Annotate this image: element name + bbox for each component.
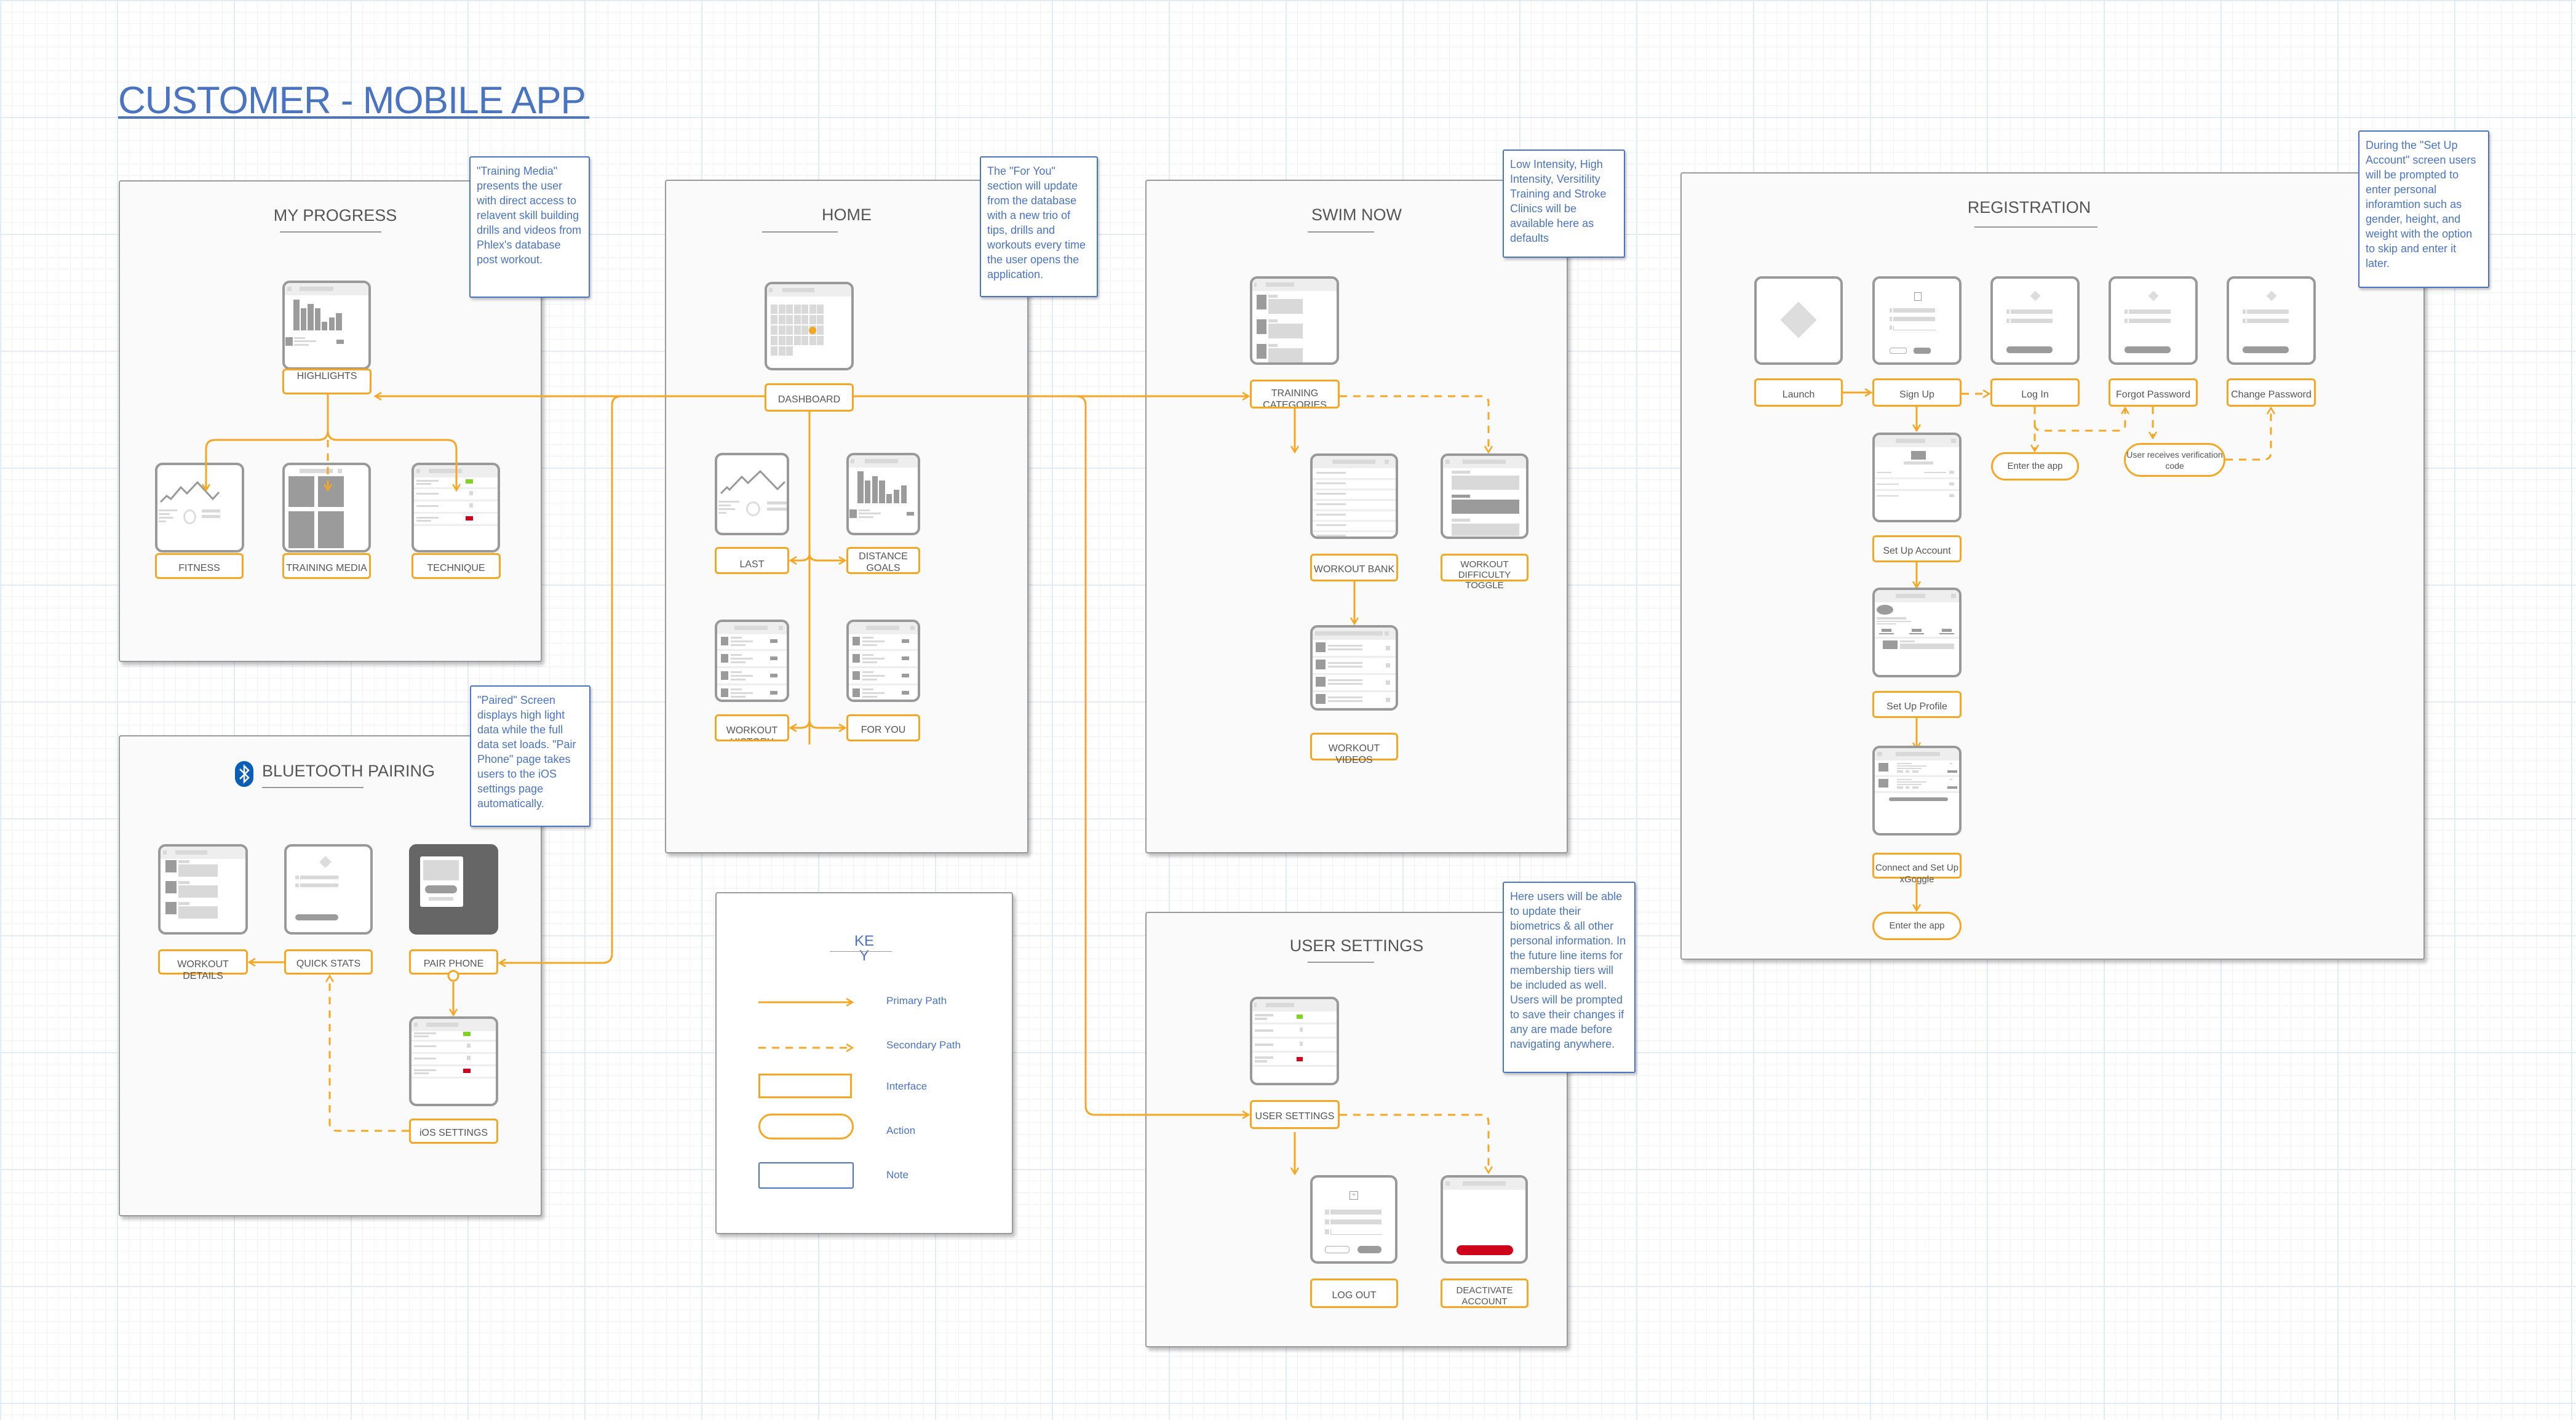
title-rule (830, 951, 892, 952)
bluetooth-icon (235, 761, 253, 787)
interface-log-out[interactable]: LOG OUT (1310, 1278, 1398, 1308)
interface-set-up-profile[interactable]: Set Up Profile (1872, 691, 1962, 718)
screen-set-up-account-form (1872, 433, 1962, 522)
screen-distance-goals (846, 453, 920, 535)
screen-workout-details (158, 844, 248, 935)
screen-workout-difficulty (1441, 453, 1529, 539)
interface-workout-history[interactable]: WORKOUT HISTORY (715, 714, 789, 741)
title-rule (762, 231, 838, 233)
screen-workout-videos (1310, 625, 1398, 711)
interface-workout-details[interactable]: WORKOUT DETAILS (158, 949, 248, 981)
interface-training-categories[interactable]: TRAINING CATEGORIES (1250, 380, 1340, 409)
note-swim-now: Low Intensity, High Intensity, Versitili… (1503, 150, 1625, 258)
screen-workout-bank (1310, 453, 1398, 539)
interface-fitness[interactable]: FITNESS (155, 553, 244, 579)
interface-pair-phone[interactable]: PAIR PHONE (409, 949, 498, 975)
interface-change-password[interactable]: Change Password (2227, 378, 2316, 407)
title-underline (118, 116, 589, 119)
interface-workout-videos[interactable]: WORKOUT VIDEOS (1310, 733, 1398, 765)
note-user-settings: Here users will be able to update their … (1503, 882, 1636, 1073)
screen-user-settings (1250, 997, 1339, 1085)
note-for-you: The "For You" section will update from t… (980, 156, 1098, 297)
calendar-grid (771, 305, 824, 357)
key-label-primary: Primary Path (886, 995, 947, 1007)
screen-highlights (282, 281, 371, 370)
screen-training-media (282, 463, 371, 552)
screen-dashboard (765, 282, 854, 370)
screen-last-workout (715, 453, 789, 535)
screen-workout-history (715, 620, 789, 702)
interface-training-media[interactable]: TRAINING MEDIA (282, 553, 371, 579)
screen-training-categories (1250, 276, 1339, 365)
status-red (466, 516, 473, 521)
interface-distance-goals[interactable]: DISTANCE GOALS (846, 547, 920, 574)
interface-last-workout[interactable]: LAST WORKOUT (715, 547, 789, 574)
interface-technique[interactable]: TECHNIQUE (411, 553, 501, 579)
title-rule (1308, 231, 1374, 233)
key-label-interface: Interface (886, 1080, 928, 1092)
interface-workout-difficulty-toggle[interactable]: WORKOUT DIFFICULTY TOGGLE (1441, 554, 1529, 591)
screen-log-in (1990, 276, 2080, 365)
action-enter-app-login[interactable]: Enter the app (1991, 452, 2079, 481)
screen-set-up-profile-form (1872, 588, 1962, 677)
key-label-action: Action (886, 1125, 916, 1136)
screen-change-password (2227, 276, 2316, 365)
title-rule (280, 231, 381, 233)
interface-forgot-password[interactable]: Forgot Password (2109, 378, 2198, 407)
status-red (463, 1069, 471, 1073)
status-green (466, 479, 473, 484)
screen-log-out: + (1310, 1175, 1397, 1264)
interface-workout-bank[interactable]: WORKOUT BANK (1310, 554, 1398, 581)
screen-ios-settings (409, 1016, 498, 1106)
title-rule (1308, 962, 1374, 963)
interface-deactivate-account[interactable]: DEACTIVATE ACCOUNT (1441, 1278, 1529, 1308)
section-title: BLUETOOTH PAIRING (262, 762, 435, 780)
screen-quick-stats (284, 844, 373, 935)
section-title: REGISTRATION (1967, 198, 2091, 217)
key-action-swatch (758, 1114, 854, 1139)
screen-deactivate (1441, 1175, 1528, 1264)
screen-connect-xgoggle (1872, 746, 1962, 836)
interface-log-in[interactable]: Log In (1990, 378, 2080, 407)
screen-launch (1754, 276, 1843, 365)
title-rule (262, 787, 364, 788)
note-bluetooth: "Paired" Screen displays high light data… (470, 685, 590, 827)
screen-sign-up (1872, 276, 1962, 365)
deactivate-button-mock (1457, 1245, 1513, 1255)
key-title: KEY (854, 933, 874, 964)
screen-technique (411, 463, 500, 552)
interface-set-up-account[interactable]: Set Up Account (1872, 535, 1962, 562)
interface-user-settings[interactable]: USER SETTINGS (1250, 1100, 1340, 1129)
status-red (1297, 1057, 1303, 1061)
note-set-up-account: During the "Set Up Account" screen users… (2358, 130, 2489, 288)
interface-highlights[interactable]: HIGHLIGHTS (282, 369, 372, 394)
key-label-secondary: Secondary Path (886, 1039, 961, 1051)
interface-dashboard[interactable]: DASHBOARD (765, 383, 854, 412)
note-training-media: "Training Media" presents the user with … (469, 156, 590, 298)
section-title: HOME (822, 205, 872, 224)
key-note-swatch (758, 1162, 854, 1189)
key-label-note: Note (886, 1169, 908, 1181)
interface-ios-settings[interactable]: iOS SETTINGS (409, 1119, 498, 1144)
screen-for-you (846, 620, 920, 702)
interface-connect-xgoggle[interactable]: Connect and Set Up xGoggle (1872, 853, 1962, 885)
status-green (1297, 1015, 1303, 1019)
screen-pair-phone (409, 844, 498, 935)
title-rule (1974, 226, 2097, 228)
action-verification-code[interactable]: User receives verification code (2124, 443, 2225, 477)
interface-quick-stats[interactable]: QUICK STATS (284, 949, 373, 975)
screen-forgot-password (2109, 276, 2198, 365)
interface-sign-up[interactable]: Sign Up (1872, 378, 1962, 407)
action-enter-app-register[interactable]: Enter the app (1872, 912, 1962, 940)
interface-for-you[interactable]: FOR YOU (846, 714, 920, 741)
key-interface-swatch (758, 1074, 852, 1098)
calendar-today-marker (809, 327, 816, 334)
status-green (463, 1032, 471, 1036)
interface-launch[interactable]: Launch (1754, 378, 1843, 407)
screen-fitness (155, 463, 244, 552)
